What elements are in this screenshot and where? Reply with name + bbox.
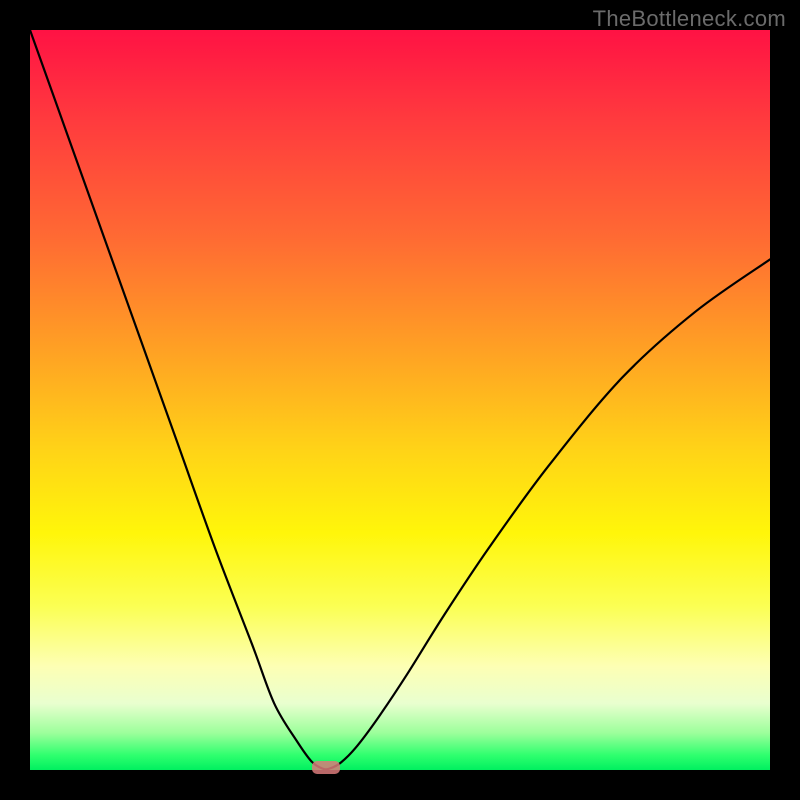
- plot-area: [30, 30, 770, 770]
- curve-svg: [30, 30, 770, 770]
- bottleneck-curve: [30, 30, 770, 769]
- optimal-point-marker: [312, 761, 340, 774]
- watermark-text: TheBottleneck.com: [593, 6, 786, 32]
- chart-frame: TheBottleneck.com: [0, 0, 800, 800]
